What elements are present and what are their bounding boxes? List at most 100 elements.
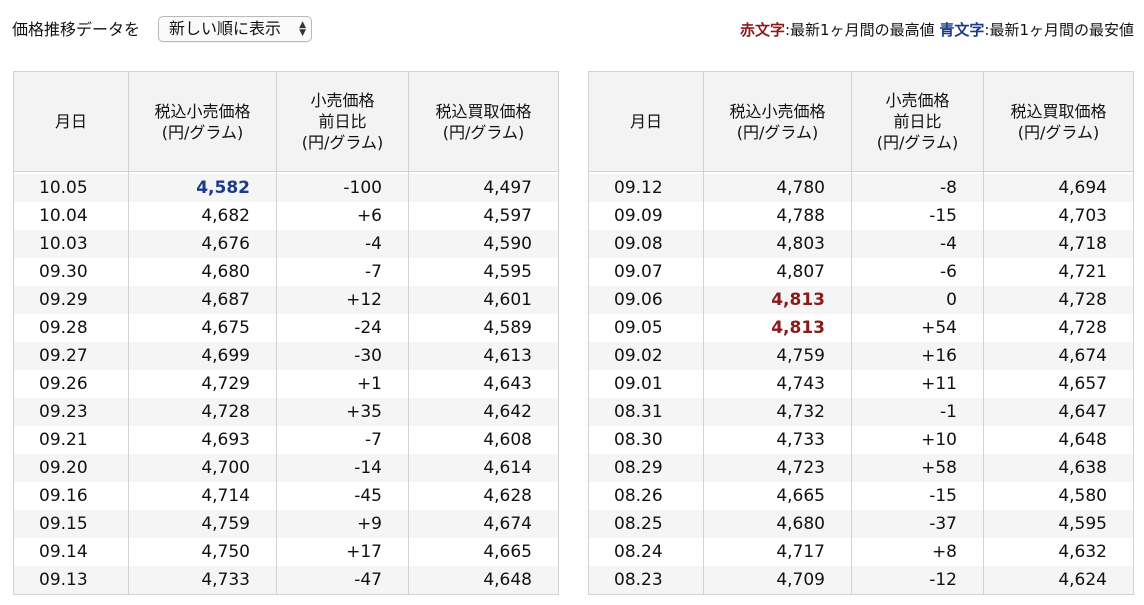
change-cell: -14 xyxy=(276,453,409,482)
date-cell: 08.29 xyxy=(588,453,704,482)
change-cell: -12 xyxy=(851,565,984,594)
table-row: 08.23 4,709 -12 4,624 xyxy=(588,565,1134,594)
date-cell: 09.20 xyxy=(13,453,129,482)
buy-price-cell: 4,589 xyxy=(408,313,559,342)
retail-price-cell: 4,728 xyxy=(128,397,277,426)
buy-price-cell: 4,590 xyxy=(408,229,559,258)
price-rows-left: 10.05 4,582 -100 4,497 10.04 4,682 +6 4,597 10.0… xyxy=(13,171,559,594)
price-rows-right: 09.12 4,780 -8 4,694 09.09 4,788 -15 4,703 09.08… xyxy=(588,171,1134,594)
change-cell: +16 xyxy=(851,341,984,370)
buy-price-cell: 4,721 xyxy=(983,257,1134,286)
change-cell: -45 xyxy=(276,481,409,510)
change-cell: -4 xyxy=(851,229,984,258)
table-row: 09.12 4,780 -8 4,694 xyxy=(588,173,1134,202)
buy-price-cell: 4,648 xyxy=(408,565,559,594)
change-cell: +8 xyxy=(851,537,984,566)
color-legend: 赤文字:最新1ヶ月間の最高値 青文字:最新1ヶ月間の最安値 xyxy=(740,19,1134,41)
table-row: 09.20 4,700 -14 4,614 xyxy=(13,453,559,482)
date-cell: 10.04 xyxy=(13,201,129,230)
date-cell: 09.14 xyxy=(13,537,129,566)
table-row: 09.09 4,788 -15 4,703 xyxy=(588,201,1134,230)
header-retail: 税込小売価格 (円/グラム) xyxy=(128,71,277,172)
buy-price-cell: 4,624 xyxy=(983,565,1134,594)
sort-label: 価格推移データを xyxy=(12,20,141,39)
retail-price-cell: 4,582 xyxy=(128,173,277,202)
change-cell: +10 xyxy=(851,425,984,454)
date-cell: 09.26 xyxy=(13,369,129,398)
change-cell: +12 xyxy=(276,285,409,314)
change-cell: -1 xyxy=(851,397,984,426)
table-row: 08.31 4,732 -1 4,647 xyxy=(588,397,1134,426)
updown-arrows-icon: ▲ ▼ xyxy=(299,20,306,38)
retail-price-cell: 4,687 xyxy=(128,285,277,314)
change-cell: -47 xyxy=(276,565,409,594)
retail-price-cell: 4,813 xyxy=(703,313,852,342)
table-row: 09.26 4,729 +1 4,643 xyxy=(13,369,559,398)
date-cell: 09.01 xyxy=(588,369,704,398)
date-cell: 08.30 xyxy=(588,425,704,454)
date-cell: 09.09 xyxy=(588,201,704,230)
date-cell: 10.05 xyxy=(13,173,129,202)
table-row: 10.05 4,582 -100 4,497 xyxy=(13,173,559,202)
buy-price-cell: 4,613 xyxy=(408,341,559,370)
retail-price-cell: 4,717 xyxy=(703,537,852,566)
date-cell: 09.28 xyxy=(13,313,129,342)
table-row: 09.07 4,807 -6 4,721 xyxy=(588,257,1134,286)
legend-blue-desc: :最新1ヶ月間の最安値 xyxy=(984,21,1134,39)
retail-price-cell: 4,676 xyxy=(128,229,277,258)
retail-price-cell: 4,733 xyxy=(703,425,852,454)
date-cell: 08.25 xyxy=(588,509,704,538)
date-cell: 09.16 xyxy=(13,481,129,510)
date-cell: 09.02 xyxy=(588,341,704,370)
date-cell: 09.23 xyxy=(13,397,129,426)
header-retail: 税込小売価格 (円/グラム) xyxy=(703,71,852,172)
table-row: 09.15 4,759 +9 4,674 xyxy=(13,509,559,538)
change-cell: -15 xyxy=(851,481,984,510)
change-cell: -6 xyxy=(851,257,984,286)
retail-price-cell: 4,680 xyxy=(128,257,277,286)
date-cell: 08.31 xyxy=(588,397,704,426)
buy-price-cell: 4,703 xyxy=(983,201,1134,230)
buy-price-cell: 4,665 xyxy=(408,537,559,566)
change-cell: +11 xyxy=(851,369,984,398)
buy-price-cell: 4,595 xyxy=(983,509,1134,538)
retail-price-cell: 4,699 xyxy=(128,341,277,370)
change-cell: +17 xyxy=(276,537,409,566)
header-buy: 税込買取価格 (円/グラム) xyxy=(408,71,559,172)
retail-price-cell: 4,813 xyxy=(703,285,852,314)
retail-price-cell: 4,759 xyxy=(128,509,277,538)
change-cell: +54 xyxy=(851,313,984,342)
buy-price-cell: 4,648 xyxy=(983,425,1134,454)
date-cell: 08.23 xyxy=(588,565,704,594)
table-row: 09.29 4,687 +12 4,601 xyxy=(13,285,559,314)
legend-red-term: 赤文字 xyxy=(739,21,785,39)
retail-price-cell: 4,732 xyxy=(703,397,852,426)
table-row: 09.30 4,680 -7 4,595 xyxy=(13,257,559,286)
buy-price-cell: 4,694 xyxy=(983,173,1134,202)
header-date: 月日 xyxy=(588,71,704,172)
retail-price-cell: 4,714 xyxy=(128,481,277,510)
buy-price-cell: 4,728 xyxy=(983,285,1134,314)
table-row: 09.13 4,733 -47 4,648 xyxy=(13,565,559,594)
sort-select-value: 新しい順に表示 xyxy=(169,19,282,38)
retail-price-cell: 4,693 xyxy=(128,425,277,454)
table-row: 08.29 4,723 +58 4,638 xyxy=(588,453,1134,482)
table-row: 09.01 4,743 +11 4,657 xyxy=(588,369,1134,398)
sort-order-select[interactable]: 新しい順に表示 ▲ ▼ xyxy=(158,16,312,42)
table-header-row: 月日 税込小売価格 (円/グラム) 小売価格 前日比 (円/グラム) 税込買取価格 (円… xyxy=(13,71,559,172)
buy-price-cell: 4,657 xyxy=(983,369,1134,398)
retail-price-cell: 4,788 xyxy=(703,201,852,230)
header-change: 小売価格 前日比 (円/グラム) xyxy=(851,71,984,172)
buy-price-cell: 4,497 xyxy=(408,173,559,202)
date-cell: 10.03 xyxy=(13,229,129,258)
retail-price-cell: 4,665 xyxy=(703,481,852,510)
buy-price-cell: 4,638 xyxy=(983,453,1134,482)
buy-price-cell: 4,642 xyxy=(408,397,559,426)
date-cell: 09.06 xyxy=(588,285,704,314)
legend-red-desc: :最新1ヶ月間の最高値 xyxy=(784,21,935,39)
buy-price-cell: 4,674 xyxy=(408,509,559,538)
change-cell: -7 xyxy=(276,425,409,454)
retail-price-cell: 4,682 xyxy=(128,201,277,230)
change-cell: -37 xyxy=(851,509,984,538)
buy-price-cell: 4,728 xyxy=(983,313,1134,342)
